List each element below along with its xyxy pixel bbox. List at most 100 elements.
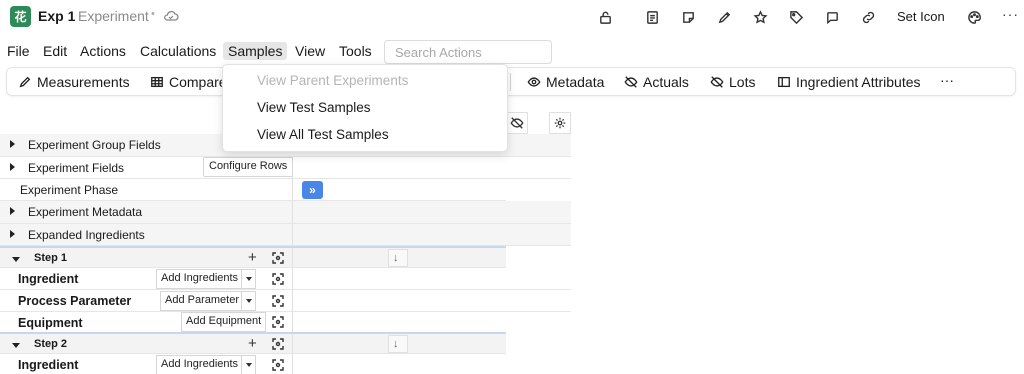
view-test-samples-item[interactable]: View Test Samples xyxy=(257,100,371,115)
add-step-item-icon[interactable]: + xyxy=(248,249,257,266)
pencil-icon xyxy=(19,76,31,88)
column-divider xyxy=(292,201,293,223)
metadata-button[interactable]: Metadata xyxy=(527,74,604,90)
focus-icon[interactable] xyxy=(272,252,284,264)
collapse-caret-icon[interactable] xyxy=(12,343,20,348)
metadata-label: Metadata xyxy=(546,74,605,90)
separator-dot: • xyxy=(151,8,155,20)
expand-caret-icon[interactable] xyxy=(10,230,15,238)
experiment-metadata-label: Experiment Metadata xyxy=(28,205,143,219)
add-ingredients-dropdown-icon[interactable] xyxy=(241,355,256,374)
column-divider xyxy=(292,312,293,332)
cloud-saved-icon xyxy=(163,9,179,23)
expanded-ingredients-row[interactable]: Expanded Ingredients xyxy=(0,224,571,246)
step-2-header-row[interactable]: Step 2 + ↓ xyxy=(0,332,506,354)
step-1-label: Step 1 xyxy=(34,252,68,264)
ingredient-label: Ingredient xyxy=(18,358,79,372)
expand-caret-icon[interactable] xyxy=(10,207,15,215)
set-icon-button[interactable]: Set Icon xyxy=(897,9,945,24)
settings-gear-icon[interactable] xyxy=(549,112,571,134)
search-actions-input[interactable] xyxy=(384,40,552,64)
arrow-down-icon[interactable]: ↓ xyxy=(393,338,399,350)
actuals-label: Actuals xyxy=(643,74,689,90)
step-1-header-row[interactable]: Step 1 + ↓ xyxy=(0,246,506,268)
experiment-fields-label: Experiment Fields xyxy=(28,161,125,175)
menu-tools[interactable]: Tools xyxy=(339,43,372,59)
menu-edit[interactable]: Edit xyxy=(43,43,67,59)
view-parent-experiments-item: View Parent Experiments xyxy=(257,73,409,88)
hide-columns-icon[interactable] xyxy=(506,112,528,134)
panel-icon xyxy=(778,76,790,88)
sticky-note-icon[interactable] xyxy=(680,9,696,25)
eye-off-icon xyxy=(710,76,724,88)
column-divider xyxy=(292,334,293,353)
add-parameter-dropdown-icon[interactable] xyxy=(241,291,256,311)
menu-view[interactable]: View xyxy=(295,43,325,59)
more-options-icon[interactable]: ··· xyxy=(1002,6,1019,22)
column-divider xyxy=(292,268,293,289)
ingredient-attributes-button[interactable]: Ingredient Attributes xyxy=(777,74,921,90)
expanded-ingredients-label: Expanded Ingredients xyxy=(28,228,145,242)
eye-icon xyxy=(527,77,541,87)
add-ingredients-dropdown-icon[interactable] xyxy=(241,269,256,289)
add-ingredients-button[interactable]: Add Ingredients xyxy=(156,269,244,289)
measurements-button[interactable]: Measurements xyxy=(18,74,130,90)
column-divider xyxy=(292,224,293,245)
arrow-down-icon[interactable]: ↓ xyxy=(393,252,399,264)
tag-icon[interactable] xyxy=(788,9,804,25)
experiment-group-fields-label: Experiment Group Fields xyxy=(28,138,161,152)
menu-file[interactable]: File xyxy=(7,43,30,59)
menu-actions[interactable]: Actions xyxy=(80,43,126,59)
experiment-metadata-row[interactable]: Experiment Metadata xyxy=(0,201,571,224)
add-ingredients-button[interactable]: Add Ingredients xyxy=(156,355,244,374)
column-divider xyxy=(292,248,293,267)
toolbar: Measurements Compare Metadata Actuals Lo… xyxy=(6,67,1016,96)
eye-off-icon xyxy=(624,76,638,88)
collapse-caret-icon[interactable] xyxy=(12,257,20,262)
document-icon[interactable] xyxy=(644,9,660,25)
measurements-label: Measurements xyxy=(37,74,130,90)
experiment-name[interactable]: Exp 1 xyxy=(38,8,75,24)
menu-calculations[interactable]: Calculations xyxy=(140,43,216,59)
compare-button[interactable]: Compare xyxy=(150,74,227,90)
experiment-phase-label: Experiment Phase xyxy=(20,183,119,197)
configure-rows-button[interactable]: Configure Rows xyxy=(203,157,294,177)
toolbar-more-icon[interactable]: ··· xyxy=(940,72,954,88)
link-icon[interactable] xyxy=(860,9,876,25)
focus-icon[interactable] xyxy=(272,295,284,307)
column-divider xyxy=(292,179,293,200)
palette-icon[interactable] xyxy=(966,9,982,25)
step-2-label: Step 2 xyxy=(34,338,68,350)
ingredient-row: Ingredient Add Ingredients xyxy=(0,268,571,290)
phase-advance-button[interactable]: » xyxy=(302,181,323,199)
focus-icon[interactable] xyxy=(272,273,284,285)
star-icon[interactable] xyxy=(752,9,768,25)
lots-button[interactable]: Lots xyxy=(710,74,755,90)
app-logo[interactable]: 花 xyxy=(10,6,31,27)
view-all-test-samples-item[interactable]: View All Test Samples xyxy=(257,127,389,142)
lots-label: Lots xyxy=(729,74,756,90)
add-equipment-button[interactable]: Add Equipment xyxy=(181,312,267,332)
add-step-item-icon[interactable]: + xyxy=(248,335,257,352)
equipment-row: Equipment Add Equipment xyxy=(0,312,506,333)
title-bar: 花 Exp 1 Experiment • Set Icon ··· xyxy=(0,0,1024,34)
focus-icon[interactable] xyxy=(272,316,284,328)
add-parameter-button[interactable]: Add Parameter xyxy=(160,291,244,311)
pencil-icon[interactable] xyxy=(716,9,732,25)
menu-samples[interactable]: Samples xyxy=(223,42,288,60)
unlock-icon[interactable] xyxy=(597,9,613,25)
experiment-phase-row: Experiment Phase xyxy=(0,179,506,201)
ingredient-attributes-label: Ingredient Attributes xyxy=(796,74,921,90)
comment-icon[interactable] xyxy=(824,9,840,25)
process-parameter-label: Process Parameter xyxy=(18,294,132,308)
focus-icon[interactable] xyxy=(272,338,284,350)
expand-caret-icon[interactable] xyxy=(10,163,15,171)
column-divider xyxy=(292,354,293,374)
ingredient-label: Ingredient xyxy=(18,272,79,286)
compare-label: Compare xyxy=(169,74,227,90)
actuals-button[interactable]: Actuals xyxy=(624,74,689,90)
focus-icon[interactable] xyxy=(272,359,284,371)
process-parameter-row: Process Parameter Add Parameter xyxy=(0,290,571,312)
expand-caret-icon[interactable] xyxy=(10,140,15,148)
experiment-type: Experiment xyxy=(78,8,149,24)
